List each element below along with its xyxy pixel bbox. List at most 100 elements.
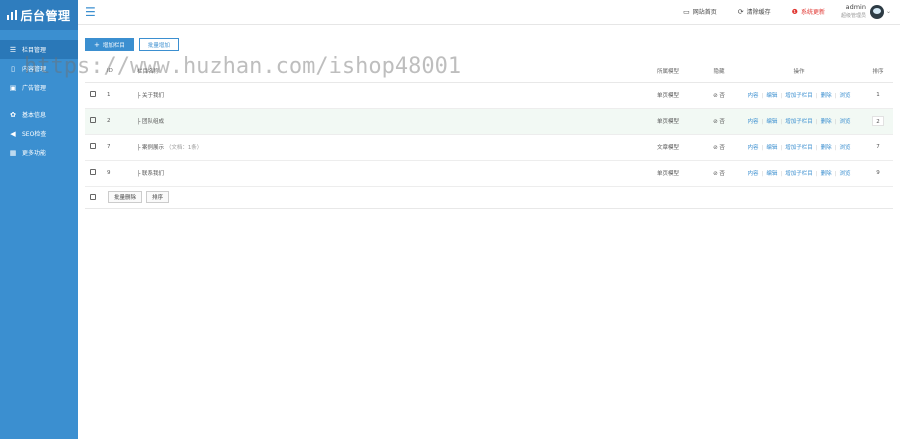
sidebar-item-basic-info[interactable]: ✿ 基本信息 (0, 105, 78, 124)
app-title: 后台管理 (20, 8, 71, 23)
toolbar: + 增加栏目 批量增加 (85, 38, 893, 51)
row-id: 2 (107, 108, 137, 135)
user-role: 超级管理员 (840, 13, 866, 19)
table-row: 7 ├ 案例展示 （文档：1条） 文章模型 ⊘ 否 内容 | 编辑 | 增加子栏目 | 删除… (85, 134, 893, 161)
document-icon: ▯ (11, 64, 15, 73)
op-browse-link[interactable]: 浏览 (839, 93, 850, 99)
list-icon: ☰ (9, 45, 17, 54)
row-sort-input[interactable]: 9 (872, 168, 884, 178)
add-column-button[interactable]: + 增加栏目 (85, 38, 134, 51)
op-browse-link[interactable]: 浏览 (839, 145, 850, 151)
row-checkbox[interactable] (90, 169, 96, 175)
row-model: 单页模型 (657, 82, 703, 109)
monitor-icon: ▭ (683, 7, 690, 16)
menu-toggle-icon[interactable]: ☰ (85, 5, 96, 19)
sidebar-item-seo[interactable]: ◀ SEO检查 (0, 124, 78, 143)
op-browse-link[interactable]: 浏览 (839, 171, 850, 177)
row-operations: 内容 | 编辑 | 增加子栏目 | 删除 | 浏览 (735, 134, 863, 161)
clear-cache-link[interactable]: ⟳ 清除缓存 (737, 7, 771, 17)
row-hidden[interactable]: ⊘ 否 (703, 108, 735, 135)
sidebar-item-more[interactable]: ▦ 更多功能 (0, 143, 78, 162)
column-header-name: 栏目名称 (137, 60, 657, 83)
row-id: 9 (107, 160, 137, 187)
row-model: 单页模型 (657, 108, 703, 135)
sort-button[interactable]: 排序 (146, 191, 170, 203)
row-name: ├ 团队组成 (137, 108, 657, 135)
sidebar-item-label: SEO检查 (22, 131, 47, 138)
batch-add-button[interactable]: 批量增加 (138, 38, 179, 51)
app-logo: 后台管理 (0, 0, 78, 30)
site-home-link[interactable]: ▭ 网站首页 (683, 7, 717, 17)
row-sort-input[interactable]: 2 (872, 116, 884, 126)
clear-cache-label: 清除缓存 (746, 9, 771, 16)
refresh-icon: ⟳ (737, 7, 744, 16)
send-icon: ◀ (10, 129, 16, 138)
op-delete-link[interactable]: 删除 (821, 119, 832, 125)
row-name: ├ 关于我们 (137, 82, 657, 109)
sidebar-item-label: 内容管理 (22, 66, 47, 73)
top-header: ☰ ▭ 网站首页 ⟳ 清除缓存 ❶ 系统更新 admin 超级管理员 ⌄ (78, 0, 900, 25)
op-delete-link[interactable]: 删除 (821, 171, 832, 177)
row-sort-input[interactable]: 7 (872, 142, 884, 152)
row-sort-input[interactable]: 1 (872, 90, 884, 100)
sidebar-item-label: 更多功能 (22, 150, 47, 157)
plus-icon: + (94, 40, 100, 49)
select-all-header (85, 60, 107, 83)
row-model: 文章模型 (657, 134, 703, 161)
row-checkbox[interactable] (90, 117, 96, 123)
column-table: ID 栏目名称 所属模型 隐藏 操作 排序 1 ├ 关于我们 单页模型 ⊘ 否 … (85, 60, 893, 187)
op-edit-link[interactable]: 编辑 (766, 145, 777, 151)
sidebar-nav: ☰ 栏目管理 ▯ 内容管理 ▣ 广告管理 ✿ 基本信息 ◀ SEO检查 ▦ 更多… (0, 40, 78, 162)
main-content: + 增加栏目 批量增加 ID 栏目名称 所属模型 隐藏 操作 排序 1 ├ 关于… (85, 38, 893, 209)
table-row: 9 ├ 联系我们 单页模型 ⊘ 否 内容 | 编辑 | 增加子栏目 | 删除 | 浏览 9 (85, 160, 893, 187)
table-header-row: ID 栏目名称 所属模型 隐藏 操作 排序 (85, 60, 893, 83)
select-all-checkbox[interactable] (90, 194, 96, 200)
op-edit-link[interactable]: 编辑 (766, 119, 777, 125)
op-content-link[interactable]: 内容 (747, 171, 758, 177)
row-hidden[interactable]: ⊘ 否 (703, 134, 735, 161)
sidebar-item-content-manage[interactable]: ▯ 内容管理 (0, 59, 78, 78)
image-icon: ▣ (9, 83, 17, 92)
chevron-down-icon[interactable]: ⌄ (886, 8, 891, 15)
op-content-link[interactable]: 内容 (747, 119, 758, 125)
row-id: 7 (107, 134, 137, 161)
column-header-id: ID (107, 60, 137, 83)
add-column-label: 增加栏目 (102, 42, 125, 49)
row-operations: 内容 | 编辑 | 增加子栏目 | 删除 | 浏览 (735, 160, 863, 187)
op-edit-link[interactable]: 编辑 (766, 93, 777, 99)
row-operations: 内容 | 编辑 | 增加子栏目 | 删除 | 浏览 (735, 82, 863, 109)
sidebar-item-column-manage[interactable]: ☰ 栏目管理 (0, 40, 78, 59)
user-menu[interactable]: admin 超级管理员 ⌄ (841, 3, 891, 20)
logo-bars-icon (7, 10, 18, 20)
row-model: 单页模型 (657, 160, 703, 187)
table-footer: 批量删除 排序 (85, 187, 893, 209)
op-add-sub-link[interactable]: 增加子栏目 (785, 119, 813, 125)
row-name: ├ 案例展示 (137, 145, 165, 151)
op-content-link[interactable]: 内容 (747, 145, 758, 151)
row-checkbox[interactable] (90, 91, 96, 97)
op-delete-link[interactable]: 删除 (821, 93, 832, 99)
op-edit-link[interactable]: 编辑 (766, 171, 777, 177)
column-header-model: 所属模型 (657, 60, 703, 83)
sidebar-item-label: 栏目管理 (22, 47, 47, 54)
row-hidden[interactable]: ⊘ 否 (703, 160, 735, 187)
sidebar-item-ad-manage[interactable]: ▣ 广告管理 (0, 78, 78, 97)
avatar[interactable] (869, 4, 884, 19)
row-checkbox[interactable] (90, 143, 96, 149)
system-update-link[interactable]: ❶ 系统更新 (792, 7, 825, 17)
sidebar: 后台管理 ☰ 栏目管理 ▯ 内容管理 ▣ 广告管理 ✿ 基本信息 ◀ SEO检查… (0, 0, 78, 439)
column-header-operations: 操作 (735, 60, 863, 83)
op-content-link[interactable]: 内容 (747, 93, 758, 99)
op-add-sub-link[interactable]: 增加子栏目 (785, 145, 813, 151)
op-delete-link[interactable]: 删除 (821, 145, 832, 151)
row-hidden[interactable]: ⊘ 否 (703, 82, 735, 109)
row-name: ├ 联系我们 (137, 160, 657, 187)
op-add-sub-link[interactable]: 增加子栏目 (785, 171, 813, 177)
op-browse-link[interactable]: 浏览 (839, 119, 850, 125)
site-home-label: 网站首页 (692, 9, 717, 16)
batch-delete-button[interactable]: 批量删除 (108, 191, 143, 203)
sidebar-item-label: 基本信息 (22, 112, 47, 119)
op-add-sub-link[interactable]: 增加子栏目 (785, 93, 813, 99)
grid-icon: ▦ (9, 148, 17, 157)
sidebar-item-label: 广告管理 (22, 85, 47, 92)
